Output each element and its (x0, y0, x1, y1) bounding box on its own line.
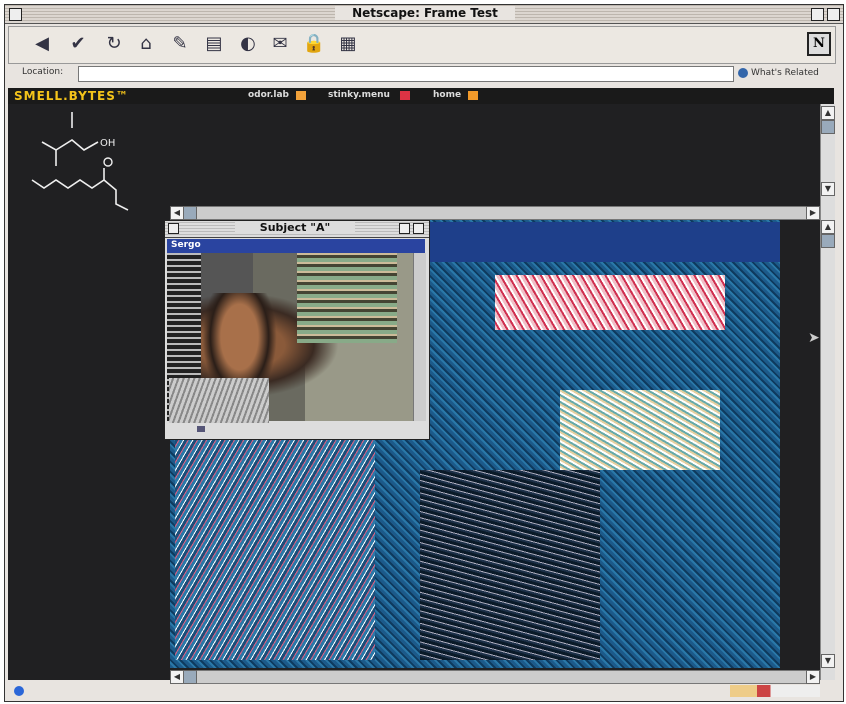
netscape-logo-icon: N (807, 32, 831, 56)
print-icon[interactable]: ✉ (267, 31, 293, 57)
related-icon (738, 67, 748, 78)
image-region (495, 275, 725, 330)
whats-related-label: What's Related (751, 68, 819, 78)
whats-related-button[interactable]: What's Related (738, 66, 832, 80)
subwindow-label-bar: Sergo (167, 239, 425, 253)
webcam-image (167, 253, 413, 423)
security-icon[interactable]: 🔒 (301, 31, 327, 57)
scroll-thumb[interactable] (183, 206, 197, 220)
location-bar: Location: What's Related (8, 64, 834, 84)
molecule-diagram: OH (31, 112, 129, 211)
brand-logo[interactable]: SMELL.BYTES™ (14, 89, 129, 103)
scroll-up-icon[interactable]: ▲ (821, 220, 835, 234)
frame-top-scrollbar[interactable]: ◀ ▶ (170, 206, 820, 220)
odor-lab-icon[interactable] (296, 91, 306, 100)
subwindow-zoom-icon[interactable] (399, 223, 410, 234)
subwindow-close-icon[interactable] (168, 223, 179, 234)
subwindow-title-bar[interactable]: Subject "A" (165, 221, 429, 238)
window-title: Netscape: Frame Test (335, 6, 515, 20)
mouse-cursor-icon: ➤ (808, 330, 820, 346)
nav-link-stinky-menu[interactable]: stinky.menu (328, 90, 390, 100)
scroll-thumb[interactable] (183, 670, 197, 684)
bond (41, 139, 99, 151)
reload-icon[interactable]: ↻ (101, 31, 127, 57)
frame-bottom-scrollbar[interactable]: ◀ ▶ (170, 670, 820, 684)
scroll-down-icon[interactable]: ▼ (821, 182, 835, 196)
image-region (430, 222, 780, 262)
stinky-menu-icon[interactable] (400, 91, 410, 100)
site-nav-bar: SMELL.BYTES™ odor.lab stinky.menu home (8, 88, 834, 104)
subject-video-window[interactable]: Subject "A" Sergo (164, 220, 430, 440)
zoom-box-icon[interactable] (811, 8, 824, 21)
connection-status-icon[interactable] (14, 686, 24, 696)
subwindow-collapse-icon[interactable] (413, 223, 424, 234)
scroll-thumb[interactable] (821, 120, 835, 134)
home-nav-icon[interactable] (468, 91, 478, 100)
subject-label: Sergo (171, 240, 201, 250)
search-icon[interactable]: ✎ (167, 31, 193, 57)
scroll-right-icon[interactable]: ▶ (806, 206, 820, 220)
collapse-box-icon[interactable] (827, 8, 840, 21)
image-region (420, 470, 600, 660)
location-label: Location: (22, 67, 64, 77)
scroll-thumb[interactable] (821, 234, 835, 248)
image-region (169, 378, 269, 423)
home-icon[interactable]: ⌂ (133, 31, 159, 57)
bond (103, 179, 129, 211)
oh-group: OH (100, 138, 115, 149)
subwindow-status-icon (197, 426, 205, 432)
bond (31, 179, 105, 189)
component-bar-icons[interactable] (730, 685, 820, 697)
scroll-down-icon[interactable]: ▼ (821, 654, 835, 668)
subwindow-title: Subject "A" (235, 221, 355, 234)
title-bar[interactable]: Netscape: Frame Test (5, 5, 843, 24)
close-box-icon[interactable] (9, 8, 22, 21)
subwindow-scrollbar[interactable] (413, 253, 426, 421)
subwindow-status-bar (167, 423, 425, 435)
scroll-right-icon[interactable]: ▶ (806, 670, 820, 684)
image-region (297, 253, 397, 343)
nav-link-home[interactable]: home (433, 90, 461, 100)
nav-link-odor-lab[interactable]: odor.lab (248, 90, 289, 100)
stop-icon[interactable]: ▦ (335, 31, 361, 57)
main-vertical-scrollbar[interactable]: ▲ ▼ ▲ ▼ (820, 104, 835, 680)
status-bar (8, 684, 834, 698)
back-icon[interactable]: ◀ (29, 31, 55, 57)
navigation-toolbar: ◀ ✔ ↻ ⌂ ✎ ▤ ◐ ✉ 🔒 ▦ N (8, 26, 836, 64)
scroll-left-icon[interactable]: ◀ (170, 670, 184, 684)
oxygen-atom (103, 157, 113, 167)
image-region (560, 390, 720, 470)
scroll-up-icon[interactable]: ▲ (821, 106, 835, 120)
image-region (175, 440, 375, 660)
guide-icon[interactable]: ▤ (201, 31, 227, 57)
scroll-left-icon[interactable]: ◀ (170, 206, 184, 220)
location-input[interactable] (78, 66, 734, 82)
forward-icon[interactable]: ✔ (65, 31, 91, 57)
images-icon[interactable]: ◐ (235, 31, 261, 57)
